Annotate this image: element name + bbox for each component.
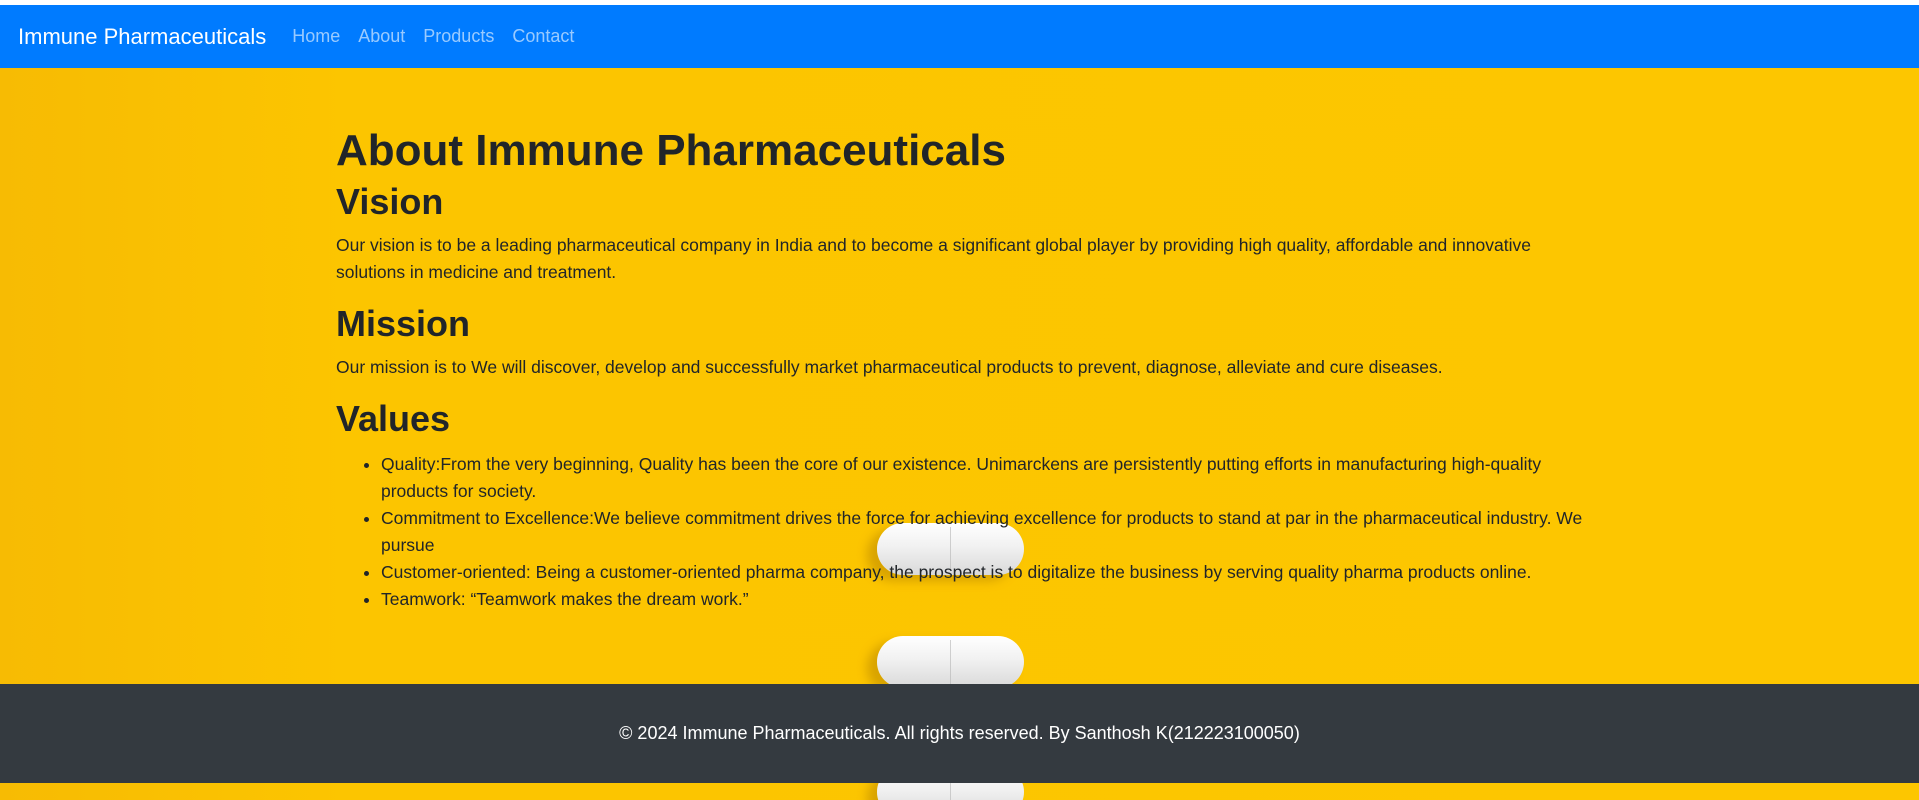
vision-text: Our vision is to be a leading pharmaceut…: [336, 235, 1531, 282]
footer: © 2024 Immune Pharmaceuticals. All right…: [0, 684, 1919, 783]
value-item-quality: Quality:From the very beginning, Quality…: [381, 451, 1596, 505]
value-item-customer-oriented: Customer-oriented: Being a customer-orie…: [381, 559, 1596, 586]
page-title: About Immune Pharmaceuticals: [336, 126, 1006, 175]
vision-heading: Vision: [336, 181, 444, 222]
values-list: Quality:From the very beginning, Quality…: [336, 451, 1596, 613]
values-heading: Values: [336, 398, 451, 439]
mission-text: Our mission is to We will discover, deve…: [336, 357, 1443, 377]
about-content: About Immune Pharmaceuticals Vision Our …: [336, 122, 1596, 613]
footer-text: © 2024 Immune Pharmaceuticals. All right…: [619, 723, 1300, 743]
value-item-commitment: Commitment to Excellence:We believe comm…: [381, 505, 1596, 559]
nav-link-products[interactable]: Products: [423, 26, 494, 47]
nav-link-about[interactable]: About: [358, 26, 405, 47]
capsule-image: [877, 636, 1024, 688]
navbar: Immune Pharmaceuticals Home About Produc…: [0, 5, 1919, 68]
nav-link-home[interactable]: Home: [292, 26, 340, 47]
value-item-teamwork: Teamwork: “Teamwork makes the dream work…: [381, 586, 1596, 613]
navbar-brand[interactable]: Immune Pharmaceuticals: [18, 24, 266, 50]
nav-link-contact[interactable]: Contact: [512, 26, 574, 47]
mission-heading: Mission: [336, 303, 471, 344]
